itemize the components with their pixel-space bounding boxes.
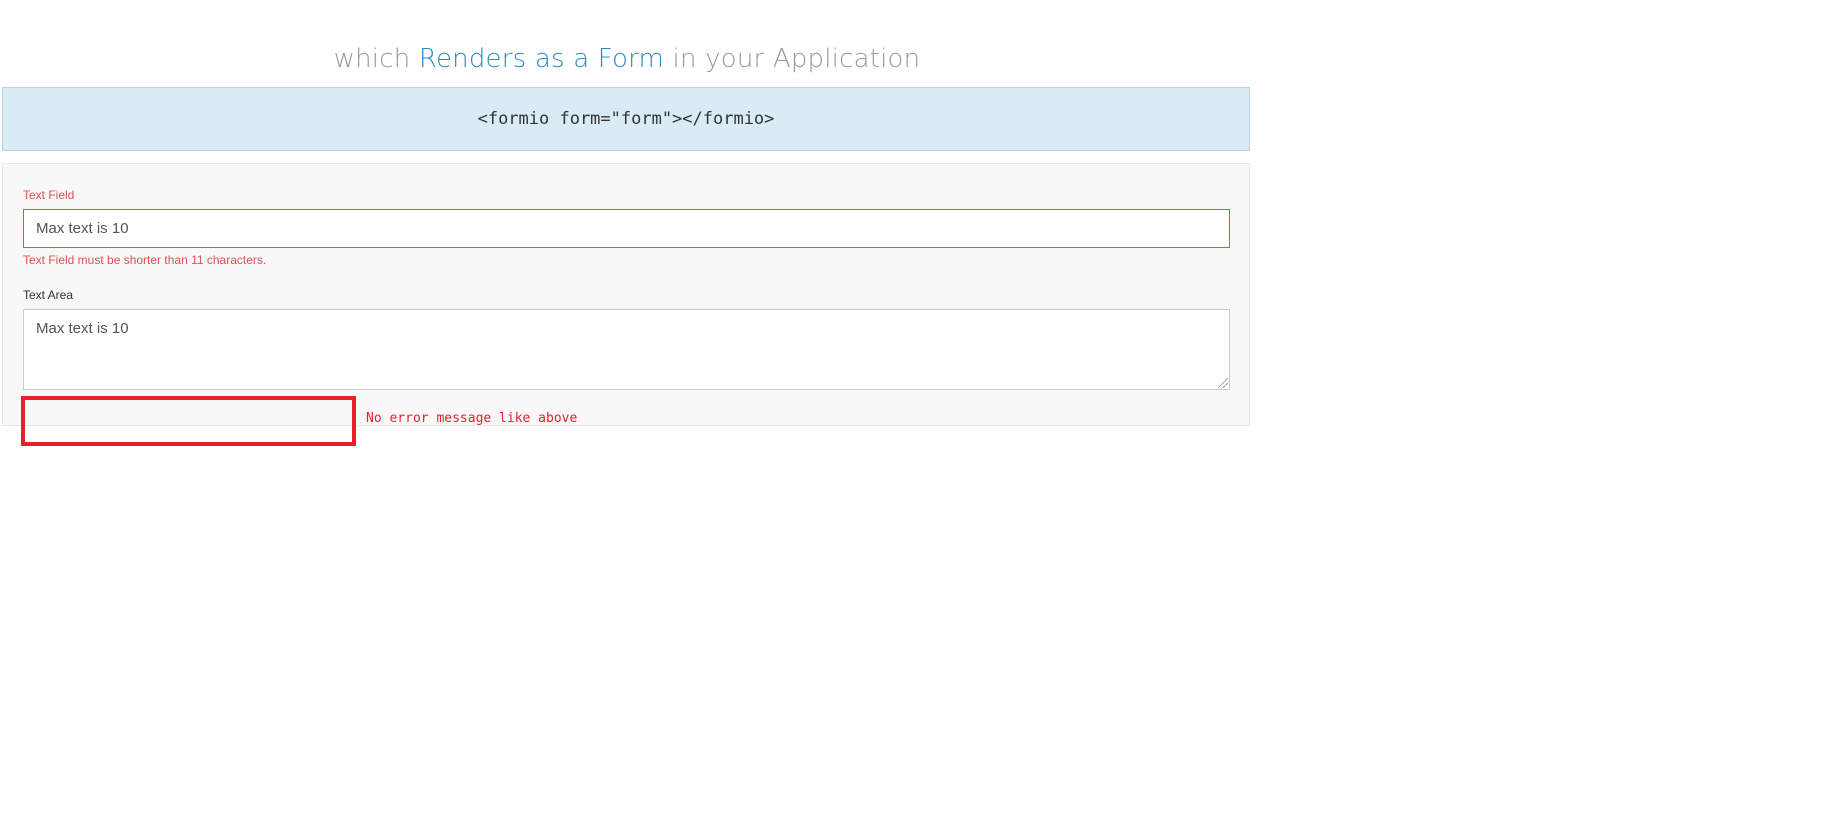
- heading-prefix: which: [333, 44, 419, 74]
- heading-suffix: in your Application: [664, 44, 921, 74]
- text-field-error-message: Text Field must be shorter than 11 chara…: [23, 253, 267, 267]
- text-area-input[interactable]: Max text is 10: [23, 309, 1230, 390]
- text-area-label: Text Area: [23, 288, 74, 302]
- text-area-value: Max text is 10: [36, 320, 129, 337]
- annotation-highlight-box: [21, 396, 356, 446]
- annotation-note: No error message like above: [366, 411, 578, 426]
- code-snippet: <formio form="form"></formio>: [477, 109, 775, 129]
- form-panel: Text Field Max text is 10 Text Field mus…: [2, 163, 1250, 426]
- text-field-label: Text Field: [23, 188, 75, 202]
- page: which Renders as a Form in your Applicat…: [0, 0, 1845, 815]
- resize-grip-icon[interactable]: [1218, 378, 1228, 388]
- code-snippet-box: <formio form="form"></formio>: [2, 87, 1250, 151]
- heading-highlight: Renders as a Form: [418, 44, 665, 74]
- text-field-input[interactable]: Max text is 10: [23, 209, 1230, 248]
- text-field-value: Max text is 10: [36, 220, 129, 237]
- page-heading: which Renders as a Form in your Applicat…: [2, 44, 1252, 74]
